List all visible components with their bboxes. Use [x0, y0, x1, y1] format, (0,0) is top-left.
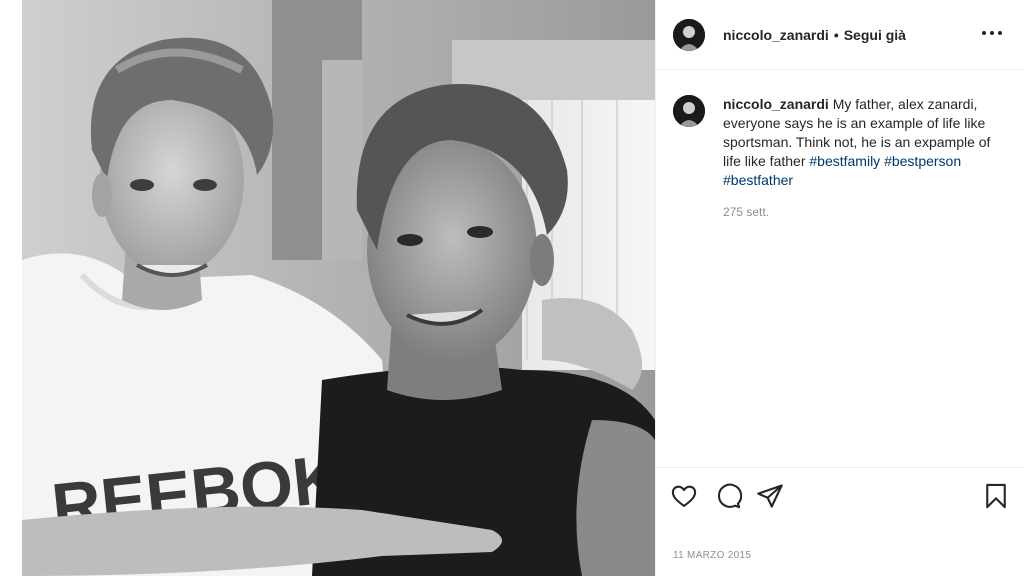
more-options-icon[interactable] — [982, 25, 1002, 41]
caption-avatar[interactable] — [673, 95, 705, 127]
heart-icon[interactable] — [670, 482, 698, 510]
caption-body: niccolo_zanardi My father, alex zanardi,… — [723, 95, 1008, 222]
following-button[interactable]: Segui già — [844, 27, 906, 43]
hashtag-link[interactable]: #bestfather — [723, 172, 793, 188]
bookmark-icon[interactable] — [982, 482, 1010, 510]
caption-username[interactable]: niccolo_zanardi — [723, 96, 829, 112]
comment-icon[interactable] — [714, 482, 742, 510]
avatar-image — [673, 18, 705, 51]
hashtag-link[interactable]: #bestfamily — [809, 153, 880, 169]
post-date[interactable]: 11 MARZO 2015 — [673, 550, 751, 561]
action-bar — [656, 467, 1024, 523]
photo-image: REEBOK — [22, 0, 655, 576]
instagram-post: REEBOK niccolo_zanardi • Segui già nicco… — [22, 0, 1024, 576]
post-header: niccolo_zanardi • Segui già — [656, 0, 1024, 70]
caption-age[interactable]: 275 sett. — [723, 203, 1008, 222]
caption: niccolo_zanardi My father, alex zanardi,… — [673, 95, 1008, 222]
post-photo[interactable]: REEBOK — [22, 0, 655, 576]
hashtag-link[interactable]: #bestperson — [884, 153, 961, 169]
avatar-image — [673, 95, 705, 127]
header-separator: • — [833, 26, 839, 43]
header-username[interactable]: niccolo_zanardi — [723, 27, 829, 43]
post-side-panel: niccolo_zanardi • Segui già niccolo_zana… — [655, 0, 1024, 576]
share-icon[interactable] — [756, 482, 784, 510]
avatar[interactable] — [673, 18, 705, 51]
